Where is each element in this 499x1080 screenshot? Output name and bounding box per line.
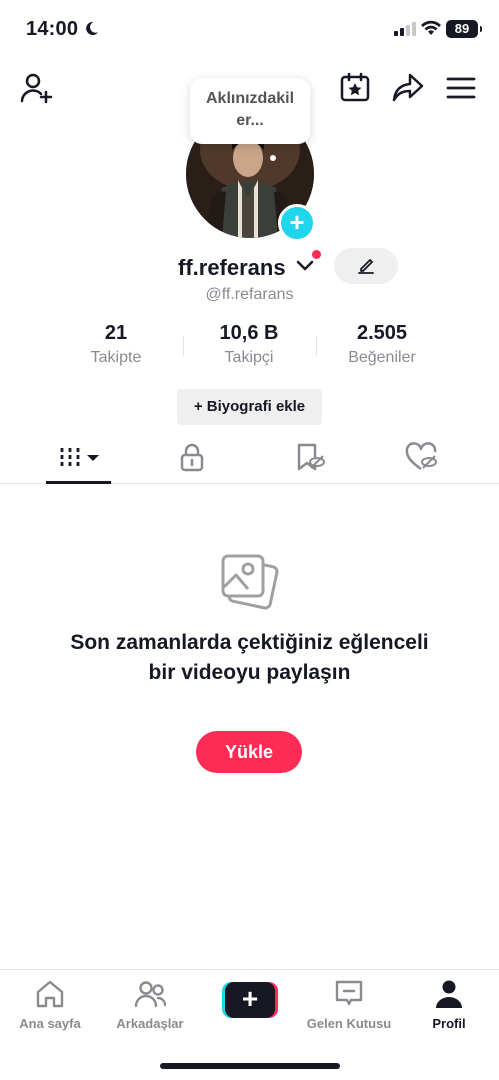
nav-inbox[interactable]: Gelen Kutusu xyxy=(299,978,399,1031)
user-handle: @ff.refarans xyxy=(205,286,294,303)
create-button[interactable]: + xyxy=(222,982,278,1018)
username[interactable]: ff.referans xyxy=(178,255,286,281)
add-bio-button[interactable]: + Biyografi ekle xyxy=(177,389,322,425)
share-icon[interactable] xyxy=(392,72,424,102)
stat-following[interactable]: 21 Takipte xyxy=(66,322,166,367)
friends-icon xyxy=(134,981,166,1008)
thought-bubble[interactable]: Aklınızdakil er... xyxy=(190,78,310,144)
stat-label: Takipçi xyxy=(224,349,274,366)
stat-value: 10,6 B xyxy=(219,322,279,344)
notification-dot xyxy=(312,250,321,259)
empty-state-message: Son zamanlarda çektiğiniz eğlenceli bir … xyxy=(70,631,429,684)
nav-label: Profil xyxy=(432,1016,466,1031)
status-bar: 14:00 89 xyxy=(0,0,499,60)
heart-hidden-icon xyxy=(405,442,437,471)
nav-profile[interactable]: Profil xyxy=(399,978,499,1031)
stat-label: Beğeniler xyxy=(348,349,416,366)
nav-label: Ana sayfa xyxy=(19,1016,81,1031)
home-indicator xyxy=(160,1063,340,1069)
calendar-star-icon[interactable] xyxy=(340,72,370,102)
tab-videos[interactable] xyxy=(58,442,100,472)
bookmark-hidden-icon xyxy=(297,443,325,471)
tab-saved[interactable] xyxy=(294,442,326,472)
plus-icon: + xyxy=(225,982,275,1018)
divider xyxy=(316,336,317,356)
stat-value: 21 xyxy=(104,322,128,344)
tab-liked[interactable] xyxy=(405,442,439,472)
grid-icon xyxy=(60,448,99,466)
menu-icon[interactable] xyxy=(446,76,476,100)
tab-private[interactable] xyxy=(177,442,207,472)
active-tab-indicator xyxy=(46,481,111,484)
profile-icon xyxy=(436,980,462,1008)
battery-indicator: 89 xyxy=(446,20,482,38)
thought-bubble-dot xyxy=(270,155,276,161)
inbox-icon xyxy=(335,980,363,1006)
wifi-icon xyxy=(421,20,441,35)
stat-followers[interactable]: 10,6 B Takipçi xyxy=(199,322,299,367)
stat-likes[interactable]: 2.505 Beğeniler xyxy=(332,322,432,367)
photo-stack-icon xyxy=(221,554,279,610)
edit-profile-button[interactable] xyxy=(334,248,398,284)
stat-label: Takipte xyxy=(90,349,142,366)
lock-icon xyxy=(180,443,204,472)
moon-icon xyxy=(86,21,99,36)
profile-tabs xyxy=(0,436,499,484)
upload-button[interactable]: Yükle xyxy=(196,731,302,773)
stat-value: 2.505 xyxy=(356,322,408,344)
add-friend-icon[interactable] xyxy=(20,72,54,104)
add-avatar-button[interactable]: + xyxy=(278,204,316,242)
divider xyxy=(183,336,184,356)
signal-icon xyxy=(394,22,416,36)
chevron-down-icon[interactable] xyxy=(296,259,314,273)
nav-label: Gelen Kutusu xyxy=(306,1016,392,1031)
pencil-icon xyxy=(358,259,374,274)
nav-label: Arkadaşlar xyxy=(116,1016,184,1031)
home-icon xyxy=(36,980,64,1008)
nav-home[interactable]: Ana sayfa xyxy=(0,978,100,1031)
nav-friends[interactable]: Arkadaşlar xyxy=(100,978,200,1031)
status-time: 14:00 xyxy=(26,18,79,40)
